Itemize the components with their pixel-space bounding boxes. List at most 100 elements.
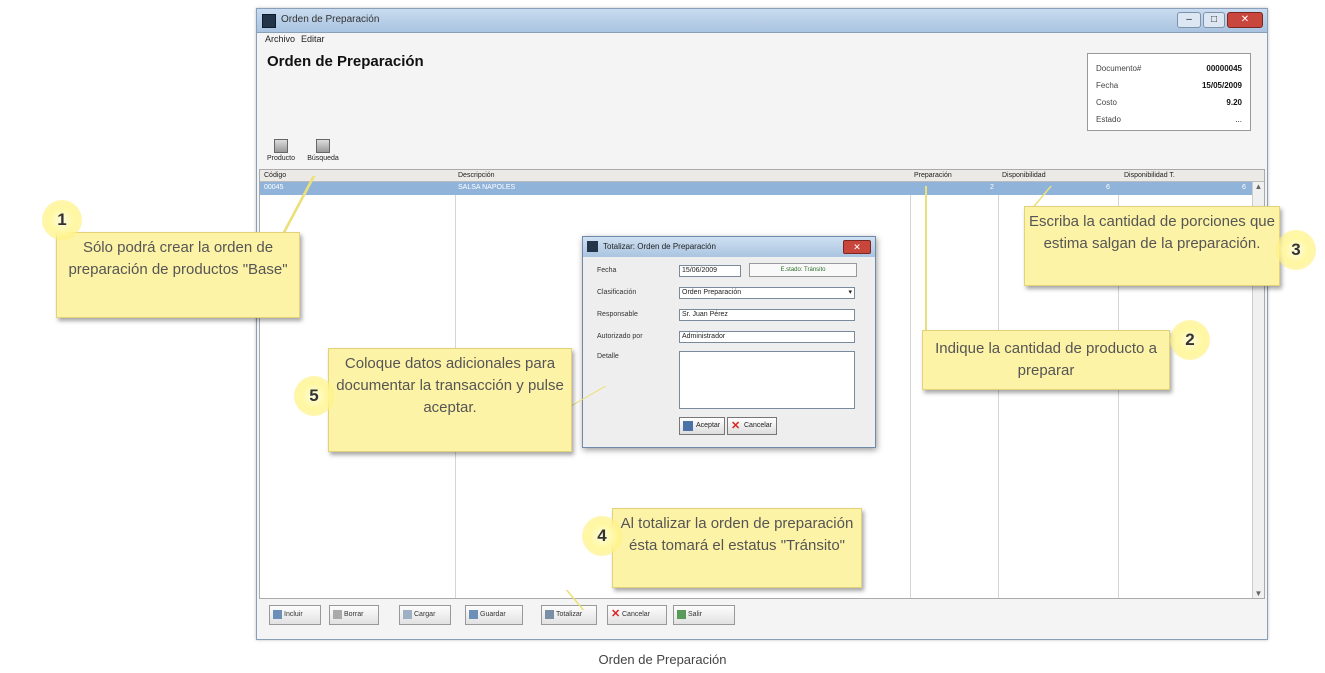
menu-archivo[interactable]: Archivo	[265, 34, 295, 44]
dialog-title-bar: Totalizar: Orden de Preparación ✕	[583, 237, 875, 257]
grid-header: Código Descripción Preparación Disponibi…	[260, 170, 1264, 182]
callout-number-1: 1	[42, 200, 82, 240]
callout-number-3: 3	[1276, 230, 1316, 270]
callout-number-2: 2	[1170, 320, 1210, 360]
exit-icon	[677, 610, 686, 619]
column-header-disponibilidad[interactable]: Disponibilidad	[1002, 172, 1046, 179]
search-button[interactable]: Búsqueda	[303, 139, 343, 162]
cell-disponibilidad: 6	[1106, 184, 1110, 191]
borrar-label: Borrar	[344, 611, 364, 618]
guardar-label: Guardar	[480, 611, 506, 618]
column-header-descripcion[interactable]: Descripción	[458, 172, 495, 179]
doc-status-label: Estado	[1096, 115, 1121, 124]
doc-status-value: ...	[1235, 115, 1242, 124]
product-button[interactable]: Producto	[261, 139, 301, 162]
cancel-icon: ✕	[731, 420, 741, 432]
aceptar-button[interactable]: Aceptar	[679, 417, 726, 435]
salir-label: Salir	[688, 611, 703, 618]
leader-line-2	[925, 186, 927, 334]
callout-4: Al totalizar la orden de preparación ést…	[612, 508, 862, 588]
table-row[interactable]: 00045 SALSA NAPOLES 2 6 6	[260, 182, 1252, 195]
title-bar: Orden de Preparación – □ ✕	[257, 9, 1267, 33]
detalle-textarea[interactable]	[679, 351, 855, 409]
autorizado-field[interactable]: Administrador	[679, 331, 855, 343]
callout-1: Sólo podrá crear la orden de preparación…	[56, 232, 300, 318]
column-divider	[910, 170, 911, 598]
callout-5: Coloque datos adicionales para documenta…	[328, 348, 572, 452]
app-icon	[262, 14, 276, 28]
totalize-icon	[545, 610, 554, 619]
doc-cost-value: 9.20	[1226, 98, 1242, 107]
responsable-field[interactable]: Sr. Juan Pérez	[679, 309, 855, 321]
doc-date-label: Fecha	[1096, 81, 1119, 90]
cell-descripcion: SALSA NAPOLES	[458, 184, 516, 191]
incluir-button[interactable]: Incluir	[269, 605, 321, 625]
clasificacion-label: Clasificación	[597, 289, 637, 296]
fecha-field[interactable]: 15/06/2009	[679, 265, 741, 277]
cell-disponibilidad-t: 6	[1242, 184, 1246, 191]
callout-number-5: 5	[294, 376, 334, 416]
toolbar: Producto Búsqueda	[261, 139, 361, 169]
doc-number-row: Documento# 00000045	[1096, 64, 1242, 78]
detalle-label: Detalle	[597, 353, 619, 360]
dialog-close-button[interactable]: ✕	[843, 240, 871, 254]
callout-number-4: 4	[582, 516, 622, 556]
totalize-dialog: Totalizar: Orden de Preparación ✕ E.stad…	[582, 236, 876, 448]
responsable-label: Responsable	[597, 311, 638, 318]
chevron-down-icon[interactable]: ▾	[848, 288, 852, 298]
document-info-panel: Documento# 00000045 Fecha 15/05/2009 Cos…	[1087, 53, 1251, 131]
load-icon	[403, 610, 412, 619]
doc-number-label: Documento#	[1096, 64, 1142, 73]
delete-icon	[333, 610, 342, 619]
cancel-icon: ✕	[611, 608, 621, 620]
bottom-toolbar: Incluir Borrar Cargar Guardar Totalizar …	[259, 603, 1265, 631]
borrar-button[interactable]: Borrar	[329, 605, 379, 625]
dialog-cancelar-label: Cancelar	[744, 422, 773, 429]
dialog-cancelar-button[interactable]: ✕ Cancelar	[727, 417, 778, 435]
status-badge: E.stado: Tránsito	[749, 263, 857, 277]
column-header-codigo[interactable]: Código	[264, 172, 286, 179]
doc-number-value: 00000045	[1206, 64, 1242, 73]
callout-2: Indique la cantidad de producto a prepar…	[922, 330, 1170, 390]
doc-date-value: 15/05/2009	[1201, 81, 1242, 90]
cell-preparacion[interactable]: 2	[990, 184, 994, 191]
doc-cost-label: Costo	[1096, 98, 1117, 107]
totalizar-button[interactable]: Totalizar	[541, 605, 597, 625]
cargar-button[interactable]: Cargar	[399, 605, 451, 625]
column-header-disponibilidad-t[interactable]: Disponibilidad T.	[1124, 172, 1175, 179]
save-icon	[469, 610, 478, 619]
add-icon	[273, 610, 282, 619]
doc-cost-row: Costo 9.20	[1096, 98, 1242, 112]
incluir-label: Incluir	[284, 611, 303, 618]
product-icon	[274, 139, 288, 153]
salir-button[interactable]: Salir	[673, 605, 735, 625]
window-title: Orden de Preparación	[281, 14, 380, 25]
search-icon	[316, 139, 330, 153]
search-label: Búsqueda	[307, 155, 339, 162]
minimize-button[interactable]: –	[1177, 12, 1201, 28]
menu-bar: Archivo Editar	[257, 33, 1267, 47]
product-label: Producto	[266, 155, 296, 162]
guardar-button[interactable]: Guardar	[465, 605, 523, 625]
maximize-button[interactable]: □	[1203, 12, 1225, 28]
figure-caption: Orden de Preparación	[598, 652, 727, 667]
menu-editar[interactable]: Editar	[301, 34, 325, 44]
cargar-label: Cargar	[414, 611, 436, 618]
scroll-down-icon[interactable]: ▼	[1253, 589, 1264, 598]
page-title: Orden de Preparación	[267, 53, 424, 70]
cancelar-label: Cancelar	[622, 611, 651, 618]
callout-3: Escriba la cantidad de porciones que est…	[1024, 206, 1280, 286]
fecha-label: Fecha	[597, 267, 617, 274]
dialog-app-icon	[587, 241, 598, 252]
column-header-preparacion[interactable]: Preparación	[914, 172, 952, 179]
cancelar-button[interactable]: ✕ Cancelar	[607, 605, 667, 625]
accept-icon	[683, 421, 693, 431]
autorizado-label: Autorizado por	[597, 333, 643, 340]
close-button[interactable]: ✕	[1227, 12, 1263, 28]
doc-date-row: Fecha 15/05/2009	[1096, 81, 1242, 95]
cell-codigo: 00045	[264, 184, 284, 191]
aceptar-label: Aceptar	[696, 422, 721, 429]
dialog-title: Totalizar: Orden de Preparación	[603, 242, 716, 251]
scroll-up-icon[interactable]: ▲	[1253, 182, 1264, 191]
clasificacion-select[interactable]: Orden Preparación ▾	[679, 287, 855, 299]
